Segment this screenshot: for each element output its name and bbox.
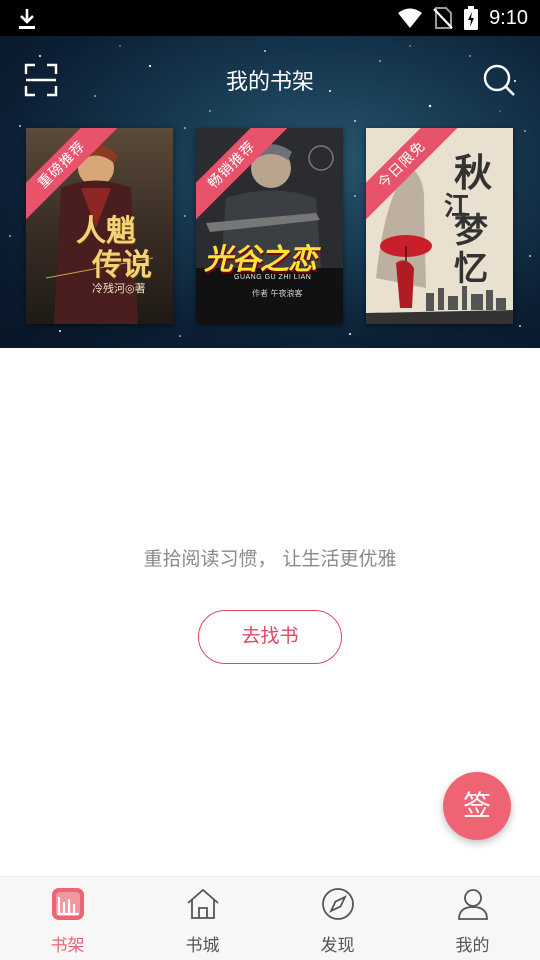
sign-in-button[interactable]: 签 <box>443 772 511 840</box>
book-title-line2: 传说 <box>92 248 152 283</box>
book-subtitle: GUANG GU ZHI LIAN <box>234 274 312 281</box>
download-icon <box>19 9 35 29</box>
tab-label: 我的 <box>455 936 490 956</box>
featured-book-3[interactable]: 今日限免 秋 江 梦忆 <box>366 128 513 324</box>
book-title-line3: 梦忆 <box>454 211 488 289</box>
featured-book-2[interactable]: 畅销推荐 光谷之恋 GUANG GU ZHI LIAN 作者 午夜浪客 <box>196 128 343 324</box>
bookshelf-icon <box>51 888 84 920</box>
find-books-button[interactable]: 去找书 <box>198 610 342 664</box>
book-author: 作者 午夜浪客 <box>252 289 303 298</box>
tab-bookstore[interactable]: 书城 <box>135 877 270 960</box>
tab-label: 书架 <box>50 936 85 956</box>
empty-state-message: 重拾阅读习惯， 让生活更优雅 <box>143 548 397 570</box>
book-title: 光谷之恋 <box>204 242 317 276</box>
battery-charging-icon <box>464 6 479 30</box>
hero-banner: 我的书架 重磅推荐 人魈 传说 冷残河◎著 畅销推荐 光谷之恋 GUANG GU… <box>0 36 540 348</box>
user-icon <box>457 889 488 920</box>
bottom-tab-bar: 书架 书城 发现 我的 <box>0 876 540 960</box>
home-icon <box>186 888 219 919</box>
book-author: 冷残河◎著 <box>92 282 146 295</box>
tab-label: 发现 <box>320 936 355 956</box>
tab-label: 书城 <box>185 936 220 956</box>
featured-book-1[interactable]: 重磅推荐 人魈 传说 冷残河◎著 <box>26 128 173 324</box>
search-icon[interactable] <box>482 63 516 97</box>
status-time: 9:10 <box>489 7 528 29</box>
status-bar: 9:10 <box>0 0 540 36</box>
wifi-icon <box>398 8 423 28</box>
top-app-bar: 我的书架 <box>0 36 540 120</box>
tab-bookshelf[interactable]: 书架 <box>0 877 135 960</box>
tab-discover[interactable]: 发现 <box>270 877 405 960</box>
page-title: 我的书架 <box>225 70 314 95</box>
compass-icon <box>321 888 354 920</box>
no-sim-icon <box>433 7 453 29</box>
tab-profile[interactable]: 我的 <box>405 877 540 960</box>
